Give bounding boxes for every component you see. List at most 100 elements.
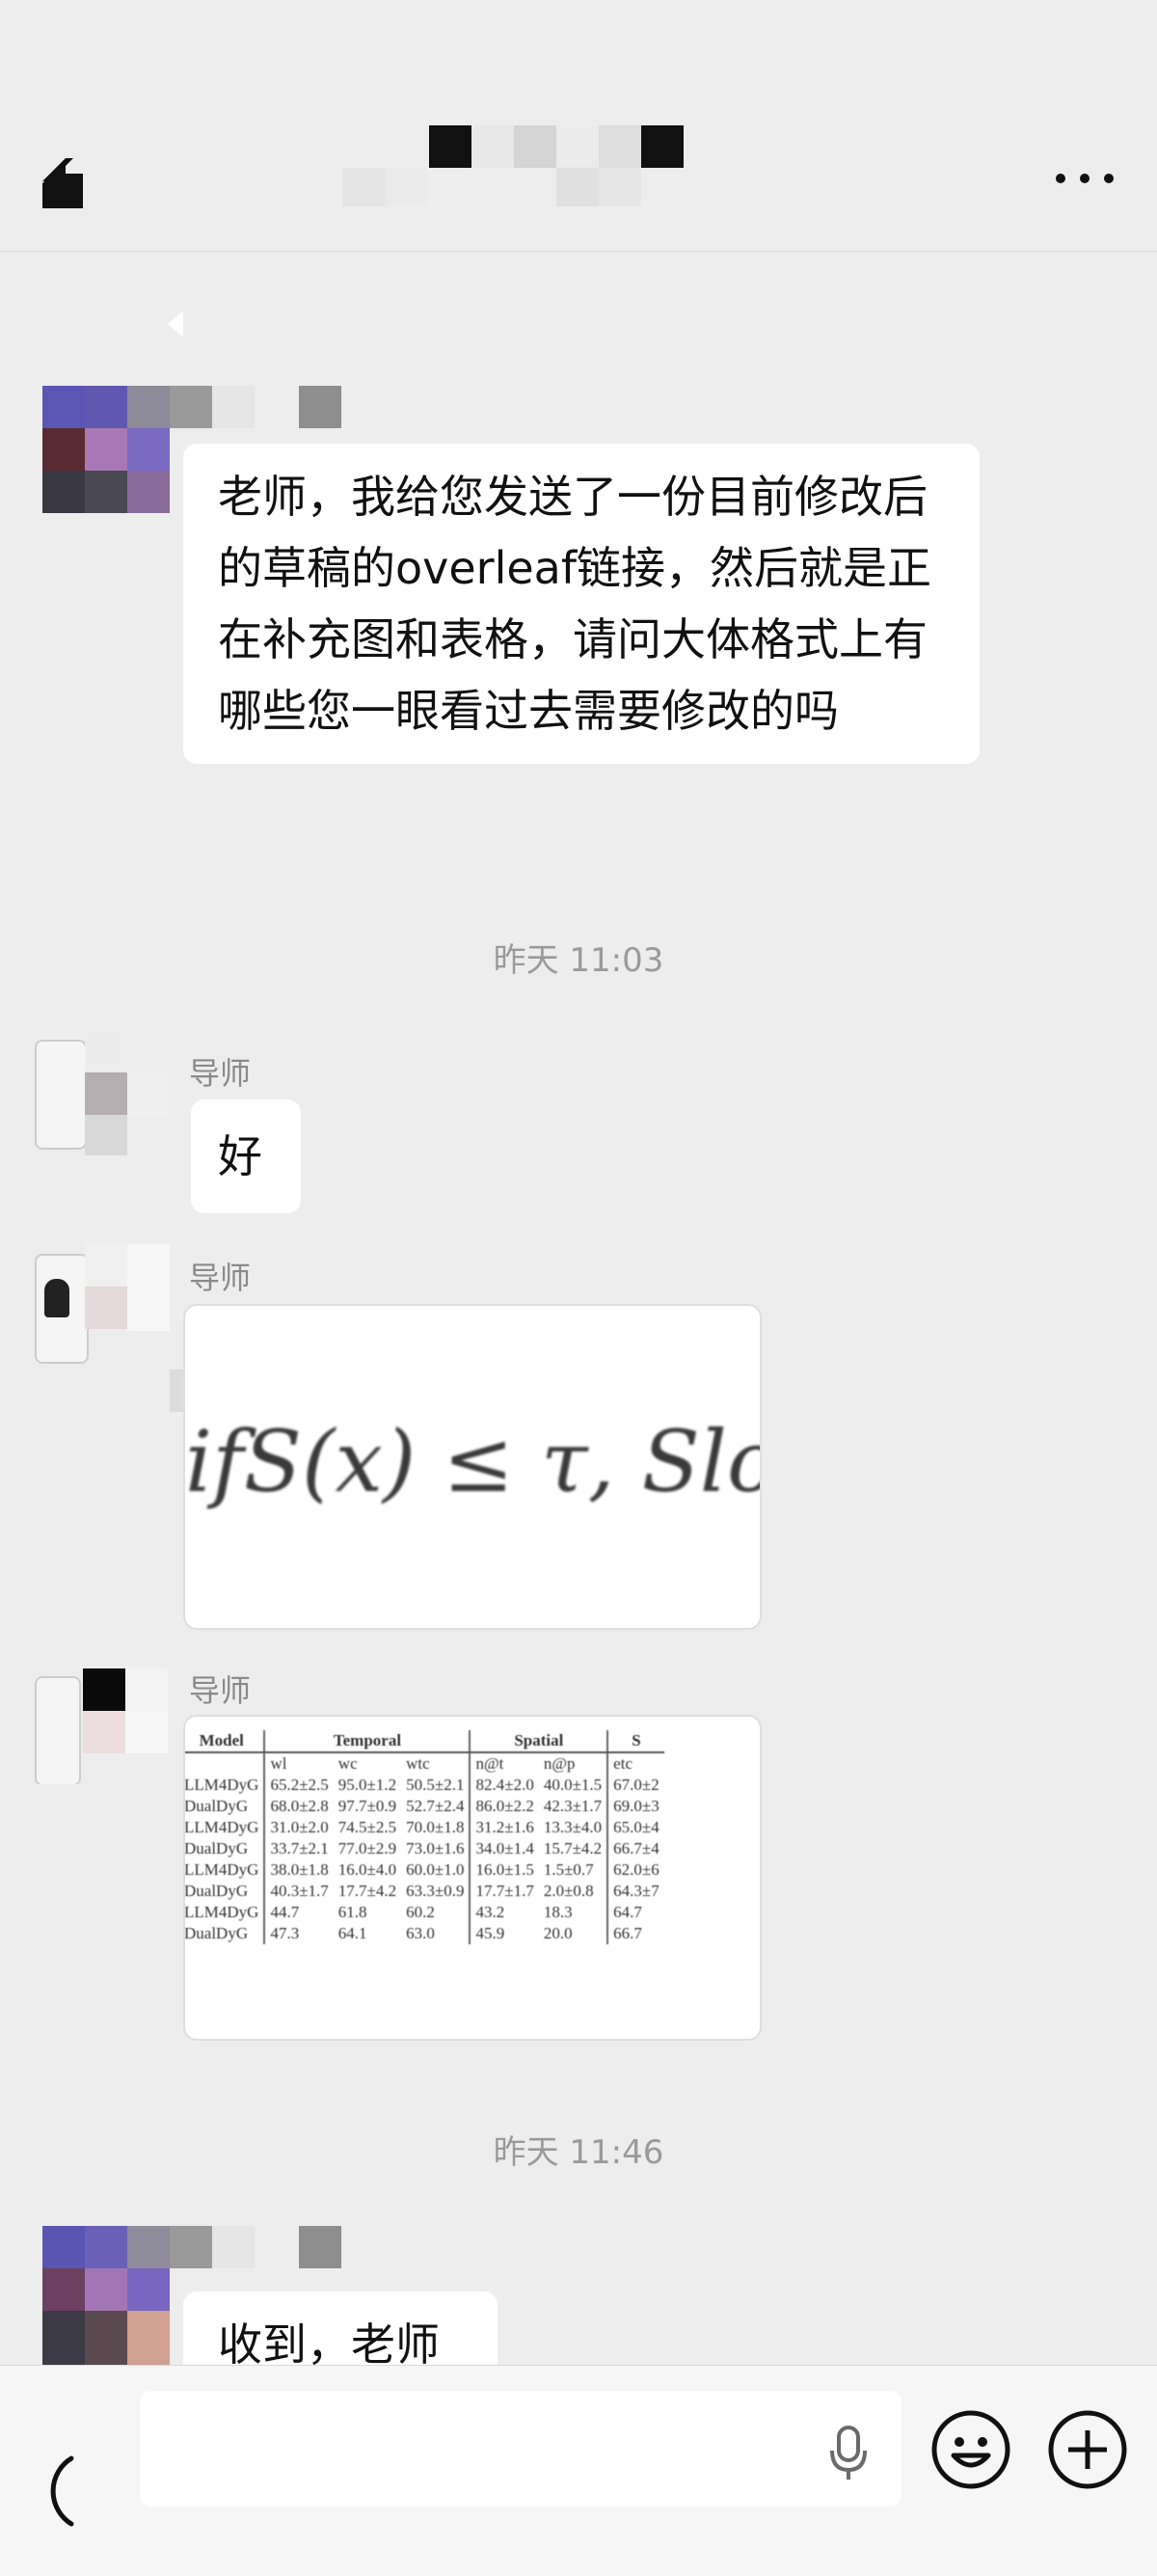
table-cell: 52.7±2.4 (406, 1797, 465, 1815)
chat-title-redacted (342, 125, 728, 212)
table-cell: LLM4DyG (184, 1818, 259, 1836)
timestamp: 昨天 11:46 (493, 2133, 664, 2172)
bubble-tail (168, 311, 183, 338)
table-cell: 64.1 (337, 1924, 367, 1942)
table-cell: 60.2 (406, 1903, 435, 1921)
nickname-redacted (170, 386, 343, 428)
table-cell: 16.0±4.0 (337, 1860, 397, 1879)
message-text: 老师，我给您发送了一份目前修改后的草稿的overleaf链接，然后就是正在补充图… (218, 471, 932, 737)
message-bubble[interactable]: 老师，我给您发送了一份目前修改后的草稿的overleaf链接，然后就是正在补充图… (183, 444, 980, 764)
message-bubble[interactable]: 收到，老师 (183, 2291, 498, 2365)
table-cell: 64.3±7 (606, 1881, 664, 1902)
chat-history[interactable]: 老师，我给您发送了一份目前修改后的草稿的overleaf链接，然后就是正在补充图… (0, 253, 1157, 2365)
table-cell: LLM4DyG (184, 1860, 259, 1879)
table-row: LLM4DyG 31.0±2.0 74.5±2.5 70.0±1.8 31.2±1.6 1… (184, 1817, 664, 1838)
formula-image-text: ifS(x) ≤ τ, Slo (185, 1412, 762, 1511)
message-text: 好 (218, 1130, 262, 1182)
table-cell: 18.3 (543, 1903, 573, 1921)
table-subheader: wl (263, 1752, 334, 1775)
table-cell: 65.0±4 (606, 1817, 664, 1838)
table-group-header: Model (185, 1730, 265, 1753)
table-cell: 15.7±4.2 (543, 1839, 603, 1857)
sender-name: 导师 (189, 1055, 252, 1092)
table-cell: 64.7 (606, 1902, 664, 1923)
table-row: DualDyG 68.0±2.8 97.7±0.9 52.7±2.4 86.0±2.2 4… (184, 1796, 664, 1817)
more-dots-icon[interactable] (1051, 159, 1118, 198)
table-cell: 77.0±2.9 (337, 1839, 397, 1857)
table-cell: 66.7±4 (606, 1838, 664, 1859)
table-row: LLM4DyG 38.0±1.8 16.0±4.0 60.0±1.0 16.0±1.5 1… (184, 1859, 664, 1881)
table-cell: 50.5±2.1 (406, 1776, 465, 1794)
message-input[interactable] (140, 2391, 901, 2507)
table-cell: DualDyG (184, 1839, 249, 1857)
table-subheader: n@p (543, 1754, 576, 1773)
table-subheader: wtc (406, 1754, 430, 1773)
table-subheader: wc (337, 1754, 358, 1773)
table-cell: 67.0±2 (606, 1775, 664, 1796)
table-group-header: S (606, 1730, 664, 1753)
table-row: DualDyG 40.3±1.7 17.7±4.2 63.3±0.9 17.7±1.7 2… (184, 1881, 664, 1902)
table-cell: 17.7±1.7 (469, 1881, 539, 1902)
table-cell: DualDyG (184, 1797, 249, 1815)
table-body: LLM4DyG 65.2±2.5 95.0±1.2 50.5±2.1 82.4±2.0 4… (184, 1775, 664, 1944)
avatar[interactable] (35, 1668, 189, 1784)
table-cell: 42.3±1.7 (543, 1797, 603, 1815)
table-cell: 69.0±3 (606, 1796, 664, 1817)
table-cell: 62.0±6 (606, 1859, 664, 1881)
input-bar (0, 2365, 1157, 2576)
table-cell: 40.3±1.7 (263, 1881, 334, 1902)
table-group-header: Temporal (263, 1730, 471, 1753)
table-row: DualDyG 33.7±2.1 77.0±2.9 73.0±1.6 34.0±1.4 1… (184, 1838, 664, 1859)
table-cell: 70.0±1.8 (406, 1818, 465, 1836)
table-cell: 45.9 (469, 1923, 539, 1944)
table-cell: 31.2±1.6 (469, 1817, 539, 1838)
timestamp: 昨天 11:03 (493, 941, 664, 980)
table-cell: 95.0±1.2 (337, 1776, 397, 1794)
message-text: 收到，老师 (218, 2318, 440, 2365)
avatar[interactable] (35, 1030, 170, 1155)
top-bar (0, 0, 1157, 252)
table-cell: 82.4±2.0 (469, 1775, 539, 1796)
table-cell: 63.3±0.9 (406, 1882, 465, 1900)
table-subheader: etc (606, 1752, 664, 1775)
table-cell: 38.0±1.8 (263, 1859, 334, 1881)
table-cell: DualDyG (184, 1882, 249, 1900)
voice-mode-icon[interactable] (27, 2453, 85, 2530)
table-cell: 73.0±1.6 (406, 1839, 465, 1857)
image-message[interactable]: Model Temporal Spatial S wl wc wtc n@t n… (183, 1715, 762, 2041)
back-chevron-icon[interactable] (39, 154, 96, 212)
table-cell: 31.0±2.0 (263, 1817, 334, 1838)
emoji-icon[interactable] (930, 2409, 1011, 2490)
plus-icon[interactable] (1047, 2409, 1128, 2490)
table-cell: 65.2±2.5 (263, 1775, 334, 1796)
avatar[interactable] (35, 1244, 199, 1620)
sender-name: 导师 (189, 1672, 252, 1709)
table-cell: 17.7±4.2 (337, 1882, 397, 1900)
message-bubble[interactable]: 好 (191, 1099, 301, 1213)
table-cell: 13.3±4.0 (543, 1818, 603, 1836)
table-subheader (185, 1752, 264, 1775)
table-cell: 20.0 (543, 1924, 573, 1942)
table-cell: 40.0±1.5 (543, 1776, 603, 1794)
table-cell: 60.0±1.0 (406, 1860, 465, 1879)
table-cell: 2.0±0.8 (543, 1882, 594, 1900)
table-subheader: n@t (469, 1752, 539, 1775)
table-cell: 61.8 (337, 1903, 367, 1921)
table-cell: 68.0±2.8 (263, 1796, 334, 1817)
table-cell: 33.7±2.1 (263, 1838, 334, 1859)
table-cell: 16.0±1.5 (469, 1859, 539, 1881)
image-message[interactable]: ifS(x) ≤ τ, Slo (183, 1304, 762, 1630)
table-cell: 63.0 (406, 1924, 435, 1942)
table-cell: 97.7±0.9 (337, 1797, 397, 1815)
table-cell: LLM4DyG (184, 1903, 259, 1921)
results-table-image: Model Temporal Spatial S wl wc wtc n@t n… (184, 1730, 664, 1944)
table-row: LLM4DyG 65.2±2.5 95.0±1.2 50.5±2.1 82.4±2.0 4… (184, 1775, 664, 1796)
table-group-header: Spatial (469, 1730, 608, 1753)
table-row: DualDyG 47.3 64.1 63.0 45.9 20.0 66.7 (184, 1923, 664, 1944)
microphone-icon[interactable] (824, 2424, 873, 2481)
table-cell: DualDyG (184, 1924, 249, 1942)
nickname-redacted (170, 2226, 343, 2268)
table-cell: LLM4DyG (184, 1776, 259, 1794)
table-cell: 74.5±2.5 (337, 1818, 397, 1836)
table-cell: 1.5±0.7 (543, 1860, 594, 1879)
